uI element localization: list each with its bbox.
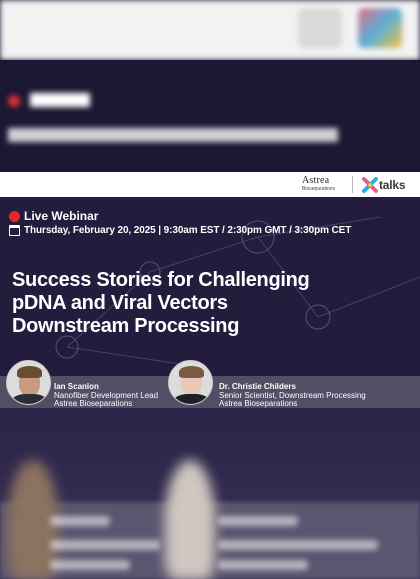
blurred-backdrop-top — [0, 0, 420, 60]
astrea-logo: Astrea Bioseparations — [302, 176, 346, 194]
webinar-datetime: Thursday, February 20, 2025 | 9:30am EST… — [9, 225, 351, 236]
avatar-hair — [179, 366, 204, 378]
speaker-name: Dr. Christie Childers — [219, 382, 296, 391]
astrea-logo-name: Astrea — [302, 175, 330, 186]
calendar-icon — [9, 225, 20, 236]
blurred-logo — [298, 8, 342, 48]
astrea-logo-sub: Bioseparations — [302, 186, 336, 192]
avatar-hair — [17, 366, 42, 378]
blurred-text — [218, 560, 308, 570]
xtalks-logo-text: talks — [379, 178, 406, 192]
blurred-text — [50, 560, 130, 570]
xtalks-x-icon — [362, 177, 378, 193]
webinar-banner: Astrea Bioseparations talks Live Webinar… — [0, 172, 420, 408]
speaker-company: Astrea Bioseparations — [219, 399, 298, 408]
live-webinar-label: Live Webinar — [9, 209, 98, 223]
blurred-text — [50, 540, 160, 550]
avatar-body — [11, 394, 48, 404]
live-webinar-text: Live Webinar — [24, 209, 99, 223]
blurred-speaker-photo — [165, 460, 215, 579]
speaker-avatar — [168, 360, 213, 405]
live-dot-icon — [9, 210, 20, 222]
blurred-logo — [358, 8, 402, 48]
title-line-1: Success Stories for Challenging — [12, 269, 310, 291]
speaker-company: Astrea Bioseparations — [54, 399, 133, 408]
title-line-2: pDNA and Viral Vectors — [12, 292, 228, 314]
blurred-text — [218, 516, 298, 526]
blurred-text — [218, 540, 378, 550]
speaker-avatar — [6, 360, 51, 405]
datetime-text: Thursday, February 20, 2025 | 9:30am EST… — [24, 225, 352, 236]
webinar-title: Success Stories for Challenging pDNA and… — [12, 269, 412, 338]
logo-divider — [352, 176, 353, 193]
logo-bar: Astrea Bioseparations talks — [0, 172, 420, 197]
avatar-body — [173, 394, 210, 404]
blurred-backdrop-bottom — [0, 408, 420, 579]
title-line-3: Downstream Processing — [12, 315, 240, 337]
blurred-text — [8, 90, 90, 113]
xtalks-logo: talks — [362, 177, 406, 193]
blurred-text — [8, 128, 338, 147]
blurred-text — [50, 516, 110, 526]
blurred-backdrop-dark — [0, 60, 420, 172]
speaker-name: Ian Scanlon — [54, 382, 99, 391]
